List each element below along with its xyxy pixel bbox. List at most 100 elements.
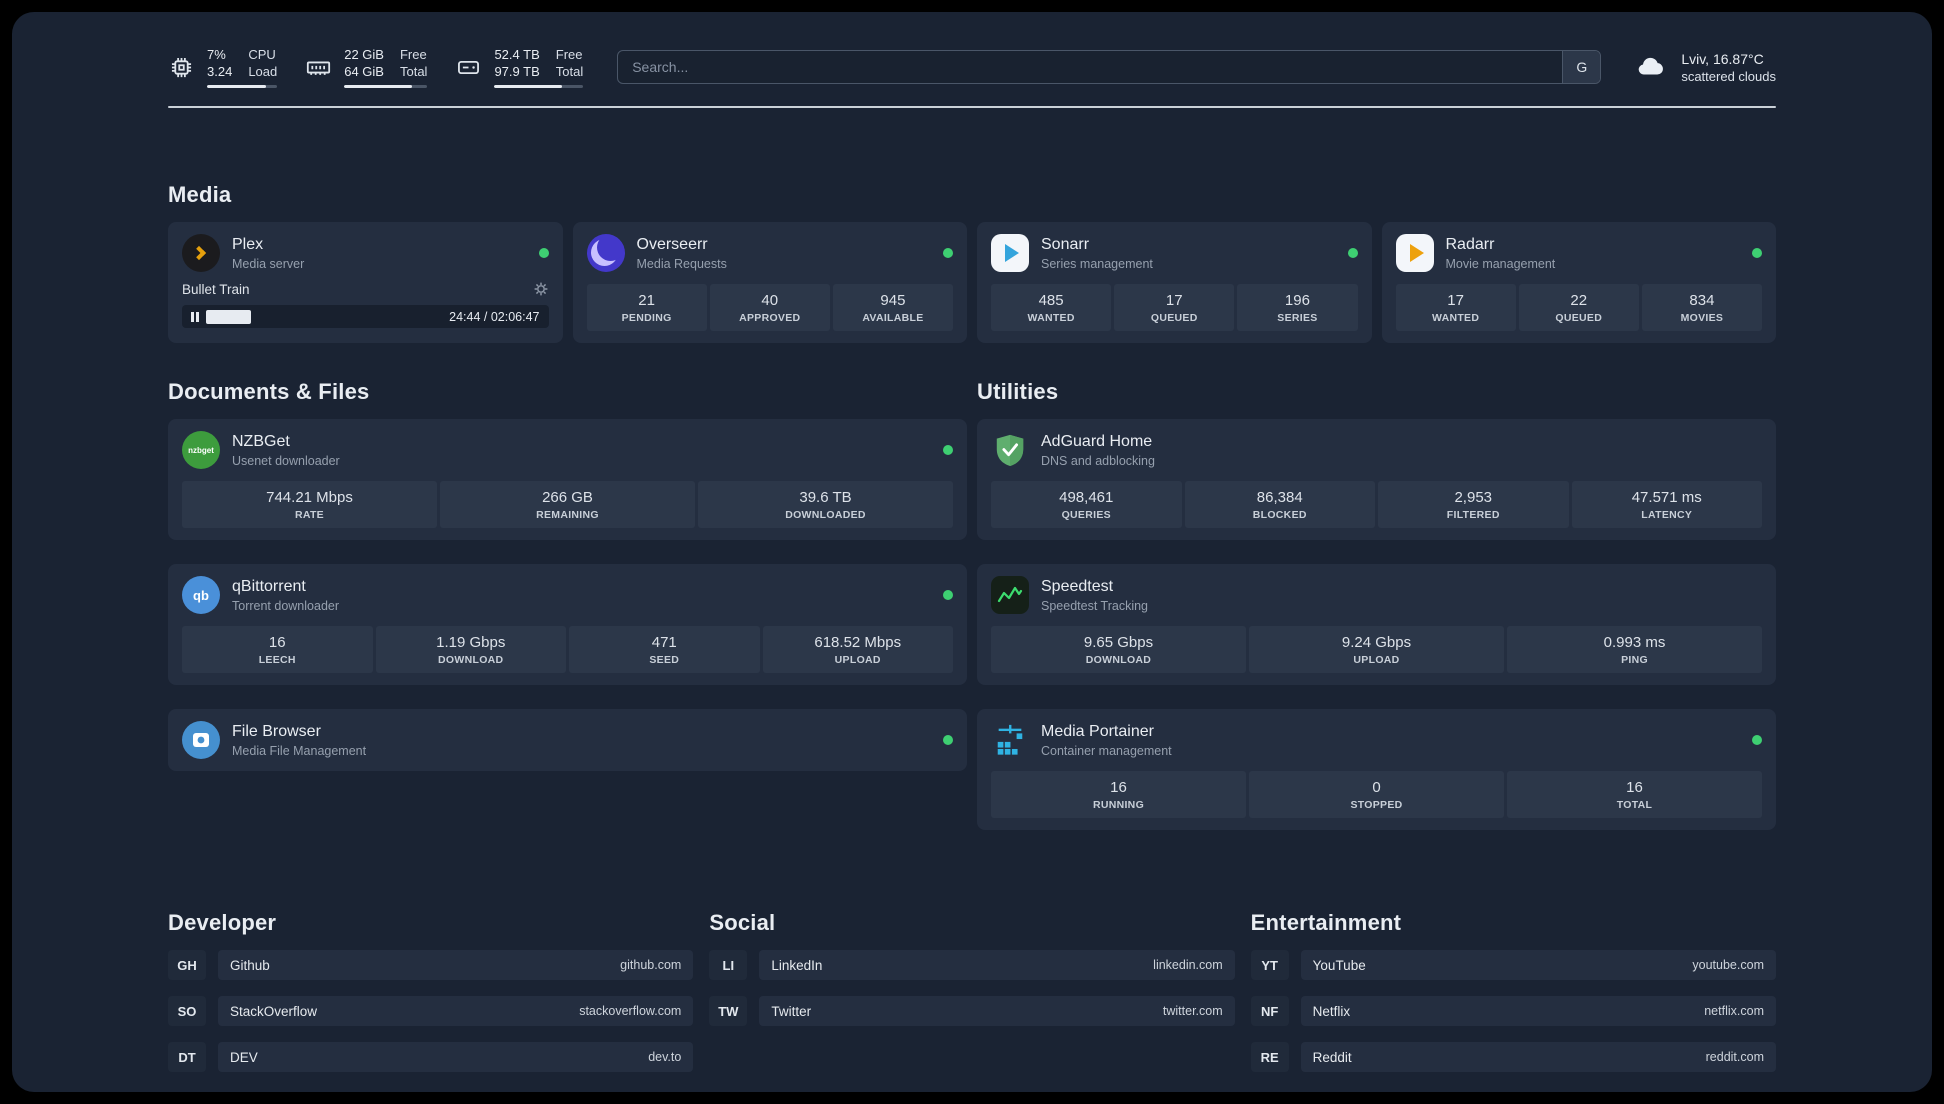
stat-value: 471 bbox=[651, 634, 677, 651]
stat-label: SERIES bbox=[1277, 312, 1318, 324]
link-card[interactable]: Reddit reddit.com bbox=[1300, 1042, 1776, 1072]
app-card-radarr[interactable]: Radarr Movie management 17 WANTED 22 QUE… bbox=[1381, 222, 1776, 343]
link-twitter[interactable]: TW Twitter twitter.com bbox=[709, 996, 1235, 1026]
link-domain: reddit.com bbox=[1705, 1050, 1764, 1064]
weather-widget: Lviv, 16.87°C scattered clouds bbox=[1631, 51, 1776, 84]
stat-value: 485 bbox=[1038, 292, 1064, 309]
stat-tile: 21 PENDING bbox=[586, 284, 707, 331]
crane-containers-icon bbox=[997, 724, 1023, 755]
stat-tile: 471 SEED bbox=[569, 626, 760, 673]
link-abbr-badge: SO bbox=[168, 996, 206, 1026]
link-card[interactable]: LinkedIn linkedin.com bbox=[759, 950, 1235, 980]
app-card-filebrowser[interactable]: File Browser Media File Management bbox=[168, 709, 967, 771]
dashboard-window: 7% 3.24 CPU Load 22 GiB 64 GiB Free Tota… bbox=[12, 12, 1932, 1092]
weather-condition: scattered clouds bbox=[1681, 68, 1776, 84]
app-card-plex[interactable]: Plex Media server Bullet Train 24:44 / 0… bbox=[168, 222, 563, 343]
stat-tile: 17 WANTED bbox=[1395, 284, 1516, 331]
stat-tile: 22 QUEUED bbox=[1518, 284, 1639, 331]
stat-value: 17 bbox=[1447, 292, 1464, 309]
nzbget-icon: nzbget bbox=[182, 431, 220, 469]
link-netflix[interactable]: NF Netflix netflix.com bbox=[1250, 996, 1776, 1026]
cpu-load-value: 3.24 bbox=[207, 64, 233, 79]
stat-label: STOPPED bbox=[1350, 799, 1403, 811]
stat-tile: 16 TOTAL bbox=[1507, 771, 1762, 818]
stat-tile: 618.52 Mbps UPLOAD bbox=[762, 626, 953, 673]
search-engine-button[interactable]: G bbox=[1562, 51, 1601, 83]
link-name: StackOverflow bbox=[230, 1003, 318, 1019]
link-card[interactable]: Twitter twitter.com bbox=[759, 996, 1235, 1026]
stat-value: 16 bbox=[1110, 779, 1127, 796]
playback-bar[interactable]: 24:44 / 02:06:47 bbox=[182, 305, 549, 328]
app-card-qbittorrent[interactable]: qb qBittorrent Torrent downloader 16 LEE… bbox=[168, 564, 967, 685]
gear-icon[interactable] bbox=[533, 281, 549, 297]
stat-label: PING bbox=[1621, 654, 1648, 666]
app-card-sonarr[interactable]: Sonarr Series management 485 WANTED 17 Q… bbox=[977, 222, 1372, 343]
link-card[interactable]: StackOverflow stackoverflow.com bbox=[218, 996, 694, 1026]
stat-tile: 498,461 QUERIES bbox=[991, 481, 1182, 528]
link-linkedin[interactable]: LI LinkedIn linkedin.com bbox=[709, 950, 1235, 980]
app-card-nzbget[interactable]: nzbget NZBGet Usenet downloader 744.21 M… bbox=[168, 419, 967, 540]
pause-icon[interactable] bbox=[191, 311, 199, 322]
link-stackoverflow[interactable]: SO StackOverflow stackoverflow.com bbox=[168, 996, 694, 1026]
stat-label: LEECH bbox=[258, 654, 296, 666]
app-title: AdGuard Home bbox=[1041, 432, 1153, 450]
app-card-overseerr[interactable]: Overseerr Media Requests 21 PENDING 40 A… bbox=[572, 222, 967, 343]
stat-value: 945 bbox=[880, 292, 906, 309]
radarr-icon bbox=[1395, 234, 1434, 272]
link-abbr-badge: DT bbox=[168, 1042, 206, 1072]
app-title: Speedtest bbox=[1041, 577, 1114, 595]
section-title-entertainment: Entertainment bbox=[1250, 910, 1402, 935]
ram-free-value: 22 GiB bbox=[344, 47, 384, 62]
search-input[interactable] bbox=[617, 50, 1602, 84]
link-abbr-badge: GH bbox=[168, 950, 206, 980]
speedtest-icon bbox=[991, 576, 1029, 614]
stat-tile: 744.21 Mbps RATE bbox=[182, 481, 437, 528]
plex-chevron-icon bbox=[191, 245, 207, 261]
topbar-divider bbox=[168, 106, 1776, 108]
status-online-dot bbox=[538, 248, 549, 258]
app-title: Radarr bbox=[1445, 235, 1495, 253]
link-reddit[interactable]: RE Reddit reddit.com bbox=[1250, 1042, 1776, 1072]
ram-total-value: 64 GiB bbox=[344, 64, 384, 79]
app-card-portainer[interactable]: Media Portainer Container management 16 … bbox=[977, 709, 1776, 830]
app-title: Overseerr bbox=[636, 235, 708, 253]
link-domain: youtube.com bbox=[1692, 958, 1764, 972]
link-domain: linkedin.com bbox=[1153, 958, 1223, 972]
cpu-usage-value: 7% bbox=[207, 47, 226, 62]
section-title-documents: Documents & Files bbox=[168, 379, 370, 404]
link-github[interactable]: GH Github github.com bbox=[168, 950, 694, 980]
app-subtitle: Media server bbox=[232, 256, 305, 271]
stat-label: APPROVED bbox=[739, 312, 801, 324]
stat-value: 9.24 Gbps bbox=[1341, 634, 1412, 651]
app-subtitle: Media File Management bbox=[232, 743, 367, 758]
disk-free-label: Free bbox=[555, 47, 583, 62]
stat-label: TOTAL bbox=[1616, 799, 1653, 811]
app-card-adguard[interactable]: AdGuard Home DNS and adblocking 498,461 … bbox=[977, 419, 1776, 540]
link-card[interactable]: Netflix netflix.com bbox=[1300, 996, 1776, 1026]
app-title: Plex bbox=[232, 235, 264, 253]
app-title: qBittorrent bbox=[232, 577, 306, 595]
section-title-media: Media bbox=[168, 182, 232, 207]
stat-value: 16 bbox=[268, 634, 286, 651]
link-dev[interactable]: DT DEV dev.to bbox=[168, 1042, 694, 1072]
link-card[interactable]: YouTube youtube.com bbox=[1300, 950, 1776, 980]
app-card-speedtest[interactable]: Speedtest Speedtest Tracking 9.65 Gbps D… bbox=[977, 564, 1776, 685]
disk-total-value: 97.9 TB bbox=[494, 64, 540, 79]
link-youtube[interactable]: YT YouTube youtube.com bbox=[1250, 950, 1776, 980]
stat-label: QUEUED bbox=[1555, 312, 1603, 324]
link-card[interactable]: DEV dev.to bbox=[218, 1042, 694, 1072]
stat-tile: 266 GB REMAINING bbox=[440, 481, 695, 528]
stat-label: DOWNLOAD bbox=[438, 654, 504, 666]
stat-tile: 86,384 BLOCKED bbox=[1184, 481, 1375, 528]
stat-tile: 9.65 Gbps DOWNLOAD bbox=[991, 626, 1246, 673]
stat-label: AVAILABLE bbox=[862, 312, 924, 324]
link-name: LinkedIn bbox=[771, 957, 823, 973]
stat-tile: 9.24 Gbps UPLOAD bbox=[1249, 626, 1504, 673]
link-card[interactable]: Github github.com bbox=[218, 950, 694, 980]
app-title: Media Portainer bbox=[1041, 722, 1154, 740]
app-subtitle: Torrent downloader bbox=[232, 598, 340, 613]
top-bar: 7% 3.24 CPU Load 22 GiB 64 GiB Free Tota… bbox=[168, 12, 1776, 88]
link-domain: twitter.com bbox=[1162, 1004, 1223, 1018]
stat-value: 0.993 ms bbox=[1603, 634, 1666, 651]
radarr-play-icon bbox=[1409, 244, 1424, 262]
